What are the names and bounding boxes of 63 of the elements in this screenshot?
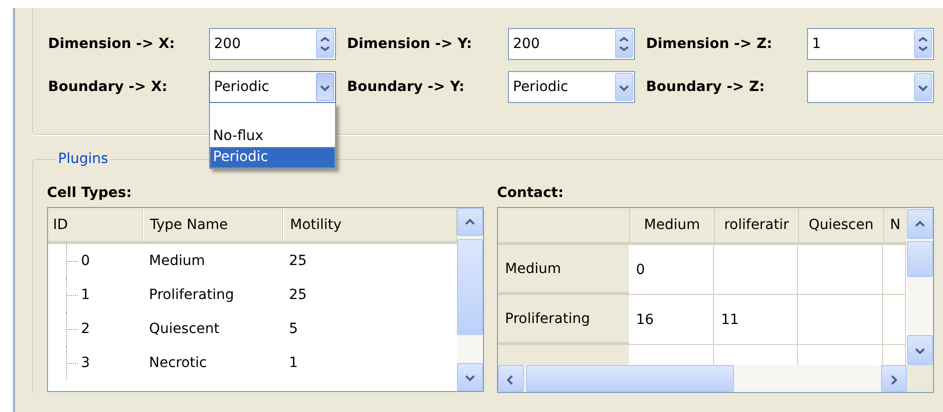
- table-cell-text: Necrotic: [148, 355, 208, 371]
- dropdown-field[interactable]: Periodic: [209, 71, 336, 103]
- table-cell[interactable]: [798, 245, 883, 295]
- table-cell[interactable]: [798, 295, 883, 345]
- row-header: Medium: [498, 245, 629, 295]
- table-cell[interactable]: 16: [629, 295, 714, 345]
- spin-button[interactable]: [316, 30, 334, 58]
- table-cell[interactable]: 11: [714, 295, 798, 345]
- scroll-left-button[interactable]: [498, 365, 524, 392]
- section-title: Contact:: [497, 184, 565, 203]
- group-title: Plugins: [57, 151, 110, 167]
- scrollbar-thumb[interactable]: [907, 241, 933, 277]
- table-cell-text: Proliferating: [148, 287, 236, 303]
- scroll-up-button[interactable]: [457, 208, 483, 236]
- column-header[interactable]: Medium: [629, 208, 714, 245]
- dropdown-field[interactable]: Periodic: [508, 71, 635, 103]
- dropdown-button[interactable]: [316, 73, 334, 101]
- field-label: Boundary -> X:: [48, 78, 168, 97]
- section-title: Cell Types:: [47, 184, 133, 203]
- dropdown-button[interactable]: [615, 73, 633, 101]
- scroll-down-button[interactable]: [907, 335, 933, 365]
- table-cell-text: 25: [288, 287, 308, 303]
- dropdown-option[interactable]: No-flux: [210, 126, 335, 147]
- tree-line: [66, 244, 78, 278]
- scrollbar-thumb[interactable]: [457, 239, 483, 335]
- scroll-right-button[interactable]: [881, 365, 907, 392]
- column-header[interactable]: Quiescen: [798, 208, 883, 245]
- scroll-up-button[interactable]: [907, 209, 933, 239]
- field-label: Dimension -> Z:: [646, 35, 774, 54]
- spin-button[interactable]: [615, 30, 633, 58]
- table-cell[interactable]: [714, 245, 798, 295]
- tree-line: [66, 346, 78, 380]
- table-cell[interactable]: [883, 295, 906, 345]
- spin-button[interactable]: [914, 30, 932, 58]
- tree-line: [66, 278, 78, 312]
- scroll-down-button[interactable]: [457, 363, 483, 391]
- field-label: Boundary -> Y:: [347, 78, 466, 97]
- number-spinner[interactable]: 200: [209, 28, 336, 60]
- table-cell-text: 1: [288, 355, 299, 371]
- field-label: Dimension -> Y:: [347, 35, 473, 54]
- dropdown-option[interactable]: Periodic: [210, 147, 335, 168]
- table-cell-text: 5: [288, 321, 299, 337]
- column-header[interactable]: ID: [48, 208, 143, 241]
- table-cell: 3: [81, 355, 90, 371]
- table-cell: 1: [81, 287, 90, 303]
- tree-line: [66, 312, 78, 346]
- table-cell-text: Medium: [148, 253, 206, 269]
- number-spinner[interactable]: 200: [508, 28, 635, 60]
- column-header[interactable]: Type Name: [143, 208, 283, 241]
- table-cell-text: Quiescent: [148, 321, 220, 337]
- field-label: Dimension -> X:: [48, 35, 176, 54]
- row-header: Proliferating: [498, 295, 629, 345]
- table-cell: 0: [81, 253, 90, 269]
- dropdown-field[interactable]: [807, 71, 934, 103]
- column-header[interactable]: roliferatir: [714, 208, 798, 245]
- table-cell: 2: [81, 321, 90, 337]
- field-label: Boundary -> Z:: [646, 78, 766, 97]
- table-cell-text: 25: [288, 253, 308, 269]
- table-cell[interactable]: [883, 245, 906, 295]
- table-cell[interactable]: 0: [629, 245, 714, 295]
- number-spinner[interactable]: 1: [807, 28, 934, 60]
- dropdown-button[interactable]: [914, 73, 932, 101]
- scrollbar-thumb[interactable]: [526, 365, 734, 392]
